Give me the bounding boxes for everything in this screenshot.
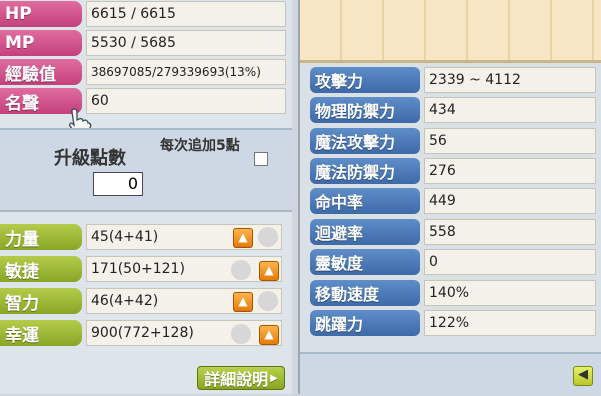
detail-label: 命中率 <box>310 188 420 214</box>
luk-up-button[interactable]: ▲ <box>259 325 279 345</box>
int-auto-toggle[interactable] <box>258 291 278 311</box>
levelup-points-label: 升級點數 <box>54 148 126 169</box>
detail-row: 物理防禦力 434 <box>310 96 596 124</box>
detail-button-label: 詳細說明 <box>204 370 269 389</box>
detail-row: 迴避率 558 <box>310 218 596 246</box>
detail-row: 魔法防禦力 276 <box>310 157 596 185</box>
detail-value: 434 <box>424 97 596 123</box>
detail-value: 0 <box>424 249 596 275</box>
str-auto-toggle[interactable] <box>258 227 278 247</box>
detail-value: 122% <box>424 310 596 336</box>
dex-up-button[interactable]: ▲ <box>259 261 279 281</box>
detail-footer: ◀ <box>300 352 601 396</box>
hp-label: HP <box>0 1 82 27</box>
caret-right-icon: ▶ <box>270 372 278 384</box>
mp-value: 5530 / 5685 <box>86 30 286 56</box>
mp-row: MP 5530 / 5685 <box>0 29 286 57</box>
dex-auto-toggle[interactable] <box>231 260 251 280</box>
detail-value: 2339 ~ 4112 <box>424 67 596 93</box>
detail-label: 魔法防禦力 <box>310 158 420 184</box>
detail-value: 558 <box>424 219 596 245</box>
per-add-checkbox[interactable] <box>254 152 268 166</box>
exp-row: 經驗值 38697085/279339693(13%) <box>0 58 286 86</box>
detail-value: 449 <box>424 188 596 214</box>
detail-value: 140% <box>424 280 596 306</box>
detail-label: 物理防禦力 <box>310 97 420 123</box>
detail-label: 迴避率 <box>310 219 420 245</box>
detail-row: 魔法攻擊力 56 <box>310 127 596 155</box>
stat-value-dex: 171(50+121) <box>86 256 282 282</box>
detail-value: 276 <box>424 158 596 184</box>
detail-button[interactable]: 詳細說明 ▶ <box>197 366 285 390</box>
detailed-stats-panel: 攻擊力 2339 ~ 4112 物理防禦力 434 魔法攻擊力 56 魔法防禦力… <box>298 0 601 396</box>
str-up-button[interactable]: ▲ <box>233 228 253 248</box>
decorative-banner <box>300 0 601 63</box>
luk-auto-toggle[interactable] <box>231 324 251 344</box>
detail-row: 命中率 449 <box>310 187 596 215</box>
exp-label: 經驗值 <box>0 59 82 85</box>
int-up-button[interactable]: ▲ <box>233 292 253 312</box>
detail-label: 攻擊力 <box>310 67 420 93</box>
detail-value: 56 <box>424 128 596 154</box>
hp-value: 6615 / 6615 <box>86 1 286 27</box>
hp-row: HP 6615 / 6615 <box>0 0 286 28</box>
per-add-label: 每次追加5點 <box>160 138 240 154</box>
detail-label: 靈敏度 <box>310 249 420 275</box>
detail-row: 靈敏度 0 <box>310 248 596 276</box>
fame-value: 60 <box>86 88 286 114</box>
stat-label-luk: 幸運 <box>0 320 82 346</box>
mp-label: MP <box>0 30 82 56</box>
detail-row: 跳躍力 122% <box>310 309 596 337</box>
stat-label-str: 力量 <box>0 224 82 250</box>
collapse-arrow-button[interactable]: ◀ <box>573 366 593 386</box>
basic-stats-panel: HP 6615 / 6615 MP 5530 / 5685 經驗值 386970… <box>0 0 292 394</box>
exp-value: 38697085/279339693(13%) <box>86 59 286 85</box>
detail-row: 移動速度 140% <box>310 279 596 307</box>
detail-label: 魔法攻擊力 <box>310 128 420 154</box>
levelup-section: 升級點數 每次追加5點 0 <box>0 128 292 212</box>
stat-label-dex: 敏捷 <box>0 256 82 282</box>
detail-label: 移動速度 <box>310 280 420 306</box>
stat-label-int: 智力 <box>0 288 82 314</box>
detail-label: 跳躍力 <box>310 310 420 336</box>
levelup-points-value: 0 <box>93 172 143 196</box>
stat-value-luk: 900(772+128) <box>86 320 282 346</box>
detail-row: 攻擊力 2339 ~ 4112 <box>310 66 596 94</box>
fame-row: 名聲 60 <box>0 87 286 115</box>
